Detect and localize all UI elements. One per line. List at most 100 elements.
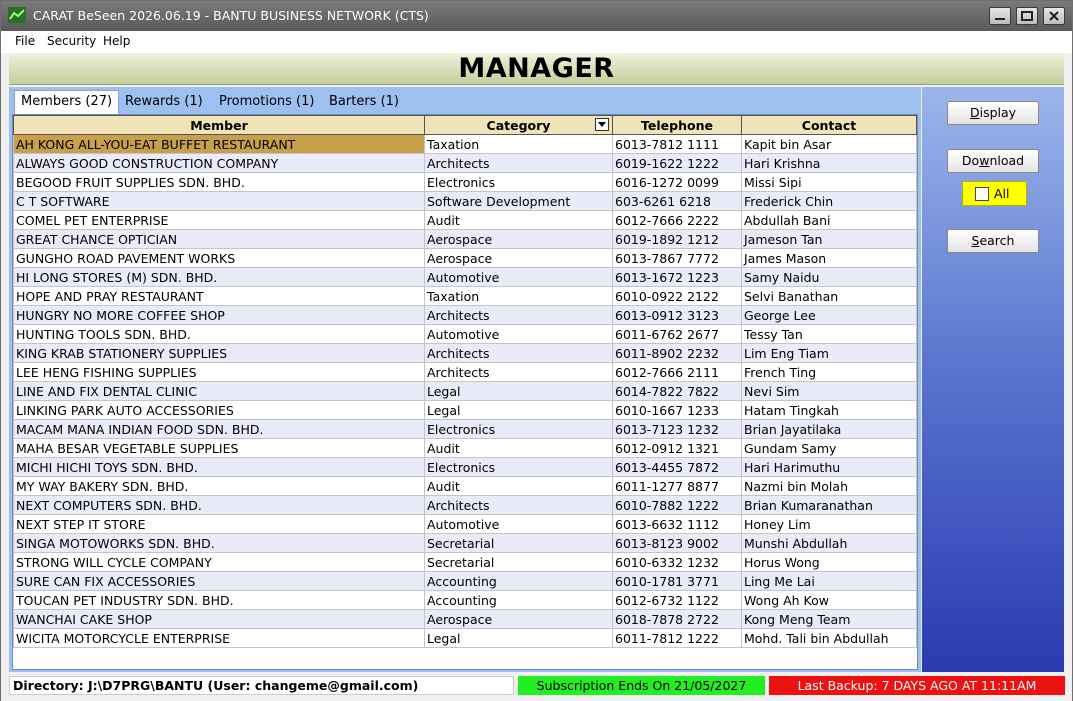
column-header-member[interactable]: Member (13, 115, 425, 135)
table-row[interactable]: SINGA MOTOWORKS SDN. BHD. Secretarial 6013… (13, 533, 917, 553)
category-filter-button[interactable] (595, 118, 609, 131)
cell-category[interactable]: Aerospace (424, 229, 613, 249)
cell-member[interactable]: LEE HENG FISHING SUPPLIES (13, 362, 425, 382)
cell-category[interactable]: Taxation (424, 134, 613, 154)
cell-telephone[interactable]: 6011-7812 1222 (612, 628, 742, 648)
cell-category[interactable]: Software Development (424, 191, 613, 211)
cell-contact[interactable]: Hari Krishna (741, 153, 917, 173)
cell-telephone[interactable]: 6010-1781 3771 (612, 571, 742, 591)
cell-member[interactable]: TOUCAN PET INDUSTRY SDN. BHD. (13, 590, 425, 610)
menu-security[interactable]: Security (47, 34, 96, 48)
table-row[interactable]: MY WAY BAKERY SDN. BHD. Audit 6011-1277 88… (13, 476, 917, 496)
cell-telephone[interactable]: 6013-1672 1223 (612, 267, 742, 287)
title-bar[interactable]: CARAT BeSeen 2026.06.19 - BANTU BUSINESS… (1, 1, 1072, 31)
cell-contact[interactable]: Ling Me Lai (741, 571, 917, 591)
cell-contact[interactable]: Gundam Samy (741, 438, 917, 458)
cell-telephone[interactable]: 6012-6732 1122 (612, 590, 742, 610)
cell-category[interactable]: Electronics (424, 172, 613, 192)
cell-contact[interactable]: Abdullah Bani (741, 210, 917, 230)
column-header-category[interactable]: Category (424, 115, 613, 135)
cell-member[interactable]: MY WAY BAKERY SDN. BHD. (13, 476, 425, 496)
cell-contact[interactable]: Frederick Chin (741, 191, 917, 211)
cell-contact[interactable]: Brian Jayatilaka (741, 419, 917, 439)
search-button[interactable]: Search (947, 229, 1039, 253)
cell-category[interactable]: Electronics (424, 419, 613, 439)
table-row[interactable]: STRONG WILL CYCLE COMPANY Secretarial 6010… (13, 552, 917, 572)
menu-help[interactable]: Help (103, 34, 130, 48)
cell-category[interactable]: Legal (424, 628, 613, 648)
table-row[interactable]: WICITA MOTORCYCLE ENTERPRISE Legal 6011-78… (13, 628, 917, 648)
cell-telephone[interactable]: 6012-0912 1321 (612, 438, 742, 458)
cell-member[interactable]: NEXT COMPUTERS SDN. BHD. (13, 495, 425, 515)
table-row[interactable]: GREAT CHANCE OPTICIAN Aerospace 6019-1892 … (13, 229, 917, 249)
cell-telephone[interactable]: 6013-7867 7772 (612, 248, 742, 268)
cell-member[interactable]: GREAT CHANCE OPTICIAN (13, 229, 425, 249)
column-header-contact[interactable]: Contact (741, 115, 917, 135)
cell-member[interactable]: BEGOOD FRUIT SUPPLIES SDN. BHD. (13, 172, 425, 192)
cell-category[interactable]: Architects (424, 362, 613, 382)
maximize-button[interactable] (1016, 7, 1038, 25)
cell-contact[interactable]: Hatam Tingkah (741, 400, 917, 420)
table-row[interactable]: LINE AND FIX DENTAL CLINIC Legal 6014-7822… (13, 381, 917, 401)
cell-category[interactable]: Audit (424, 438, 613, 458)
column-header-telephone[interactable]: Telephone (612, 115, 742, 135)
tab-promotions[interactable]: Promotions (1) (213, 91, 320, 113)
cell-member[interactable]: HI LONG STORES (M) SDN. BHD. (13, 267, 425, 287)
cell-member[interactable]: LINKING PARK AUTO ACCESSORIES (13, 400, 425, 420)
tab-members[interactable]: Members (27) (14, 90, 120, 115)
close-button[interactable] (1043, 7, 1065, 25)
all-toggle[interactable]: All (962, 181, 1027, 206)
table-row[interactable]: MICHI HICHI TOYS SDN. BHD. Electronics 601… (13, 457, 917, 477)
cell-category[interactable]: Accounting (424, 590, 613, 610)
cell-contact[interactable]: Brian Kumaranathan (741, 495, 917, 515)
cell-contact[interactable]: Kapit bin Asar (741, 134, 917, 154)
cell-telephone[interactable]: 603-6261 6218 (612, 191, 742, 211)
table-row[interactable]: ALWAYS GOOD CONSTRUCTION COMPANY Architec… (13, 153, 917, 173)
cell-contact[interactable]: Samy Naidu (741, 267, 917, 287)
cell-member[interactable]: ALWAYS GOOD CONSTRUCTION COMPANY (13, 153, 425, 173)
cell-member[interactable]: HUNTING TOOLS SDN. BHD. (13, 324, 425, 344)
cell-contact[interactable]: Nevi Sim (741, 381, 917, 401)
cell-category[interactable]: Taxation (424, 286, 613, 306)
cell-telephone[interactable]: 6019-1892 1212 (612, 229, 742, 249)
table-row[interactable]: HUNTING TOOLS SDN. BHD. Automotive 6011-67… (13, 324, 917, 344)
table-row[interactable]: LEE HENG FISHING SUPPLIES Architects 6012-… (13, 362, 917, 382)
cell-member[interactable]: COMEL PET ENTERPRISE (13, 210, 425, 230)
cell-category[interactable]: Automotive (424, 514, 613, 534)
tab-barters[interactable]: Barters (1) (323, 91, 405, 113)
table-row[interactable]: SURE CAN FIX ACCESSORIES Accounting 6010-1… (13, 571, 917, 591)
table-row[interactable]: LINKING PARK AUTO ACCESSORIES Legal 6010-1… (13, 400, 917, 420)
cell-category[interactable]: Accounting (424, 571, 613, 591)
cell-telephone[interactable]: 6013-4455 7872 (612, 457, 742, 477)
table-row[interactable]: TOUCAN PET INDUSTRY SDN. BHD. Accounting 6… (13, 590, 917, 610)
cell-contact[interactable]: Missi Sipi (741, 172, 917, 192)
table-row[interactable]: AH KONG ALL-YOU-EAT BUFFET RESTAURANT Tax… (13, 134, 917, 154)
cell-telephone[interactable]: 6013-8123 9002 (612, 533, 742, 553)
cell-telephone[interactable]: 6011-8902 2232 (612, 343, 742, 363)
cell-contact[interactable]: Honey Lim (741, 514, 917, 534)
cell-telephone[interactable]: 6010-7882 1222 (612, 495, 742, 515)
cell-telephone[interactable]: 6010-0922 2122 (612, 286, 742, 306)
cell-telephone[interactable]: 6019-1622 1222 (612, 153, 742, 173)
table-row[interactable]: KING KRAB STATIONERY SUPPLIES Architects 6… (13, 343, 917, 363)
cell-category[interactable]: Architects (424, 305, 613, 325)
cell-category[interactable]: Architects (424, 495, 613, 515)
cell-member[interactable]: MICHI HICHI TOYS SDN. BHD. (13, 457, 425, 477)
cell-contact[interactable]: Munshi Abdullah (741, 533, 917, 553)
cell-category[interactable]: Secretarial (424, 533, 613, 553)
cell-category[interactable]: Electronics (424, 457, 613, 477)
cell-category[interactable]: Architects (424, 343, 613, 363)
cell-category[interactable]: Legal (424, 400, 613, 420)
cell-contact[interactable]: James Mason (741, 248, 917, 268)
cell-telephone[interactable]: 6014-7822 7822 (612, 381, 742, 401)
cell-telephone[interactable]: 6016-1272 0099 (612, 172, 742, 192)
table-row[interactable]: HI LONG STORES (M) SDN. BHD. Automotive 60… (13, 267, 917, 287)
cell-member[interactable]: WICITA MOTORCYCLE ENTERPRISE (13, 628, 425, 648)
cell-member[interactable]: STRONG WILL CYCLE COMPANY (13, 552, 425, 572)
cell-contact[interactable]: Selvi Banathan (741, 286, 917, 306)
cell-contact[interactable]: Wong Ah Kow (741, 590, 917, 610)
table-row[interactable]: NEXT COMPUTERS SDN. BHD. Architects 6010-7… (13, 495, 917, 515)
table-row[interactable]: WANCHAI CAKE SHOP Aerospace 6018-7878 2722… (13, 609, 917, 629)
cell-category[interactable]: Audit (424, 210, 613, 230)
cell-contact[interactable]: French Ting (741, 362, 917, 382)
